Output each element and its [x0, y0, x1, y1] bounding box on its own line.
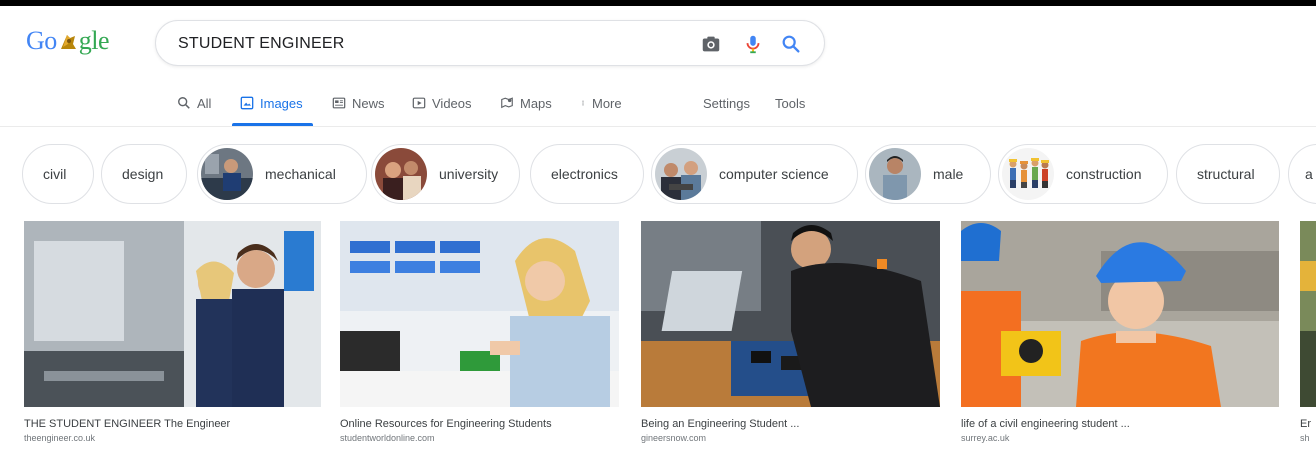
settings-label: Settings	[703, 96, 750, 111]
result-title[interactable]: Er	[1300, 418, 1316, 430]
result-title[interactable]: life of a civil engineering student ...	[961, 418, 1279, 430]
google-logo[interactable]: Go gle	[26, 26, 110, 55]
chip-electronics[interactable]: electronics	[530, 144, 644, 204]
logo-text-right: gle	[78, 26, 110, 55]
chip-label: structural	[1197, 166, 1255, 182]
result-source[interactable]: surrey.ac.uk	[961, 433, 1279, 443]
result-image[interactable]	[340, 221, 619, 407]
chip-design[interactable]: design	[101, 144, 187, 204]
tab-images-label: Images	[260, 96, 303, 111]
microphone-icon[interactable]	[742, 33, 764, 55]
chip-thumbnail	[201, 148, 253, 200]
more-vert-icon	[582, 100, 584, 106]
chip-thumbnail	[655, 148, 707, 200]
chip-label: mechanical	[265, 166, 336, 182]
chip-structural[interactable]: structural	[1176, 144, 1280, 204]
tools-link[interactable]: Tools	[775, 96, 805, 124]
chip-thumbnail	[375, 148, 427, 200]
tab-images[interactable]: Images	[232, 96, 313, 126]
tab-more-label: More	[592, 96, 622, 111]
result-source[interactable]: gineersnow.com	[641, 433, 940, 443]
chip-label: a	[1305, 166, 1313, 182]
result-title[interactable]: THE STUDENT ENGINEER The Engineer	[24, 418, 321, 430]
chip-label: design	[122, 166, 164, 182]
result-image[interactable]	[961, 221, 1279, 407]
chip-label: university	[439, 166, 499, 182]
search-icon	[178, 97, 190, 109]
chip-label: civil	[43, 166, 67, 182]
top-black-bar	[0, 0, 1316, 6]
result-image[interactable]	[641, 221, 940, 407]
tab-news[interactable]: News	[332, 96, 385, 124]
chip-university[interactable]: university	[371, 144, 520, 204]
result-title[interactable]: Online Resources for Engineering Student…	[340, 418, 619, 430]
logo-text-left: Go	[26, 26, 57, 55]
image-result[interactable]: Online Resources for Engineering Student…	[340, 221, 619, 443]
image-result[interactable]: THE STUDENT ENGINEER The Engineer theeng…	[24, 221, 321, 443]
search-icon[interactable]	[780, 33, 802, 55]
image-result[interactable]: Being an Engineering Student ... gineers…	[641, 221, 940, 443]
chip-thumbnail	[1002, 148, 1054, 200]
search-box[interactable]: STUDENT ENGINEER	[155, 20, 825, 66]
chip-label: computer science	[719, 166, 829, 182]
video-icon	[412, 97, 426, 109]
chip-label: male	[933, 166, 964, 182]
tab-news-label: News	[352, 96, 385, 111]
related-searches-chips: civil design mechanical university elect…	[22, 144, 1316, 204]
image-icon	[240, 96, 254, 110]
image-result[interactable]: life of a civil engineering student ... …	[961, 221, 1279, 443]
tab-more[interactable]: More	[580, 96, 622, 124]
header-divider	[0, 126, 1316, 127]
tab-all-label: All	[197, 96, 212, 111]
chip-partial[interactable]: a	[1288, 144, 1316, 204]
tab-videos[interactable]: Videos	[412, 96, 472, 124]
tab-maps-label: Maps	[520, 96, 552, 111]
chip-civil[interactable]: civil	[22, 144, 94, 204]
chip-computer-science[interactable]: computer science	[651, 144, 858, 204]
tools-label: Tools	[775, 96, 806, 111]
search-input[interactable]: STUDENT ENGINEER	[178, 35, 344, 53]
settings-link[interactable]: Settings	[703, 96, 750, 124]
chip-label: electronics	[551, 166, 618, 182]
result-source[interactable]: theengineer.co.uk	[24, 433, 321, 443]
chip-mechanical[interactable]: mechanical	[197, 144, 367, 204]
chip-male[interactable]: male	[865, 144, 991, 204]
map-icon	[501, 97, 513, 109]
chip-label: construction	[1066, 166, 1142, 182]
logo-doodle-icon	[58, 31, 78, 51]
tab-maps[interactable]: Maps	[500, 96, 552, 124]
result-image[interactable]	[24, 221, 321, 407]
result-source[interactable]: sh	[1300, 433, 1316, 443]
image-result[interactable]: Er sh	[1300, 221, 1316, 443]
image-results-grid: THE STUDENT ENGINEER The Engineer theeng…	[0, 221, 1316, 454]
result-source[interactable]: studentworldonline.com	[340, 433, 619, 443]
result-image[interactable]	[1300, 221, 1316, 407]
camera-icon[interactable]	[700, 33, 722, 55]
chip-construction[interactable]: construction	[998, 144, 1168, 204]
news-icon	[332, 97, 346, 109]
tab-videos-label: Videos	[432, 96, 472, 111]
result-title[interactable]: Being an Engineering Student ...	[641, 418, 940, 430]
chip-thumbnail	[869, 148, 921, 200]
tab-all[interactable]: All	[177, 96, 211, 124]
